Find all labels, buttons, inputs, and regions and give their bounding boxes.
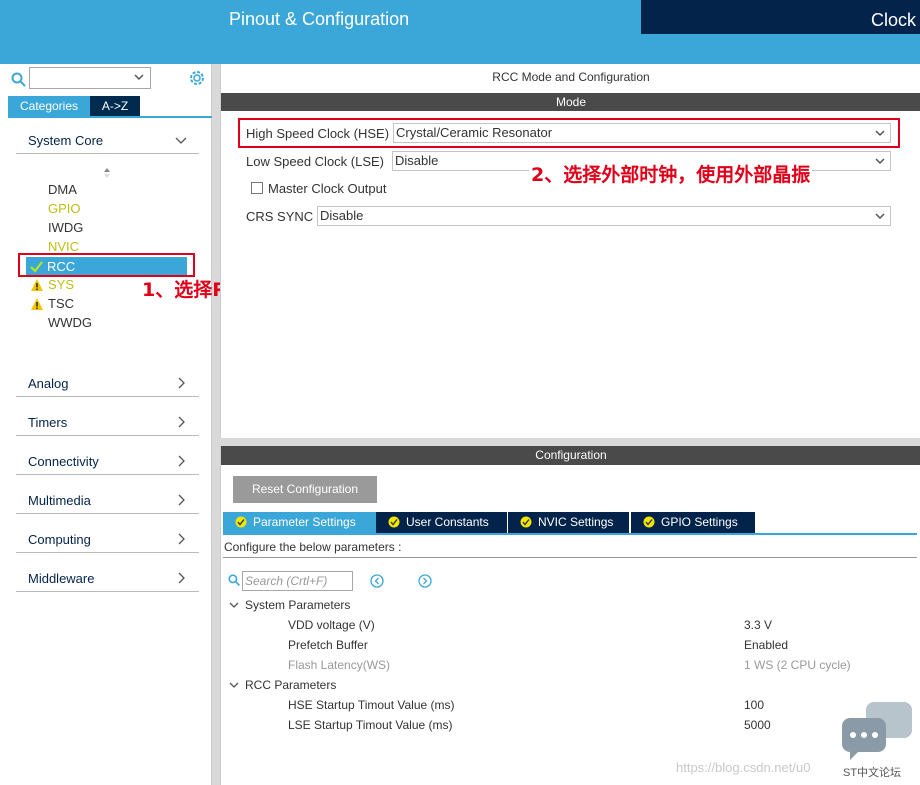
peripheral-tsc[interactable]: TSC <box>48 295 74 313</box>
configuration-panel: Configuration Reset Configuration Parame… <box>220 446 920 785</box>
check-circle-icon <box>235 516 247 528</box>
mco-label: Master Clock Output <box>268 181 387 196</box>
search-icon <box>228 574 240 586</box>
warning-icon <box>31 298 43 310</box>
chevron-down-icon[interactable] <box>229 600 239 610</box>
tab-label: Parameter Settings <box>253 515 356 529</box>
peripheral-iwdg[interactable]: IWDG <box>48 219 83 237</box>
chevron-right-icon <box>178 377 185 389</box>
group-label: Middleware <box>28 571 95 586</box>
param-prefetch-buffer: Prefetch Buffer <box>288 638 368 652</box>
peripheral-search-combo[interactable] <box>29 67 151 89</box>
system-parameters-group[interactable]: System Parameters <box>245 598 350 612</box>
group-timers[interactable]: Timers <box>16 410 199 436</box>
chevron-down-icon[interactable] <box>229 680 239 690</box>
lse-value: Disable <box>395 153 439 168</box>
param-flash-latency: Flash Latency(WS) <box>288 658 391 672</box>
peripheral-dma[interactable]: DMA <box>48 181 77 199</box>
chevron-down-icon <box>875 213 885 220</box>
param-vdd-voltage: VDD voltage (V) <box>288 618 375 632</box>
check-circle-icon <box>643 516 655 528</box>
chevron-right-icon <box>178 572 185 584</box>
master-clock-output-checkbox[interactable] <box>251 182 263 194</box>
tab-user-constants[interactable]: User Constants <box>376 512 507 533</box>
group-label: Analog <box>28 376 69 391</box>
chevron-down-icon <box>875 158 885 165</box>
divider <box>223 557 917 558</box>
tab-label: User Constants <box>406 515 489 529</box>
chevron-right-icon <box>178 416 185 428</box>
left-panel-scrollbar[interactable] <box>212 64 220 785</box>
peripheral-wwdg[interactable]: WWDG <box>48 314 92 332</box>
annotation-step2: 2、选择外部时钟，使用外部晶振 <box>529 160 813 187</box>
chevron-right-icon <box>178 455 185 467</box>
tab-clock-configuration[interactable]: Clock <box>641 0 920 34</box>
chevron-right-icon <box>178 494 185 506</box>
mode-section-bar: Mode <box>221 93 920 111</box>
group-computing[interactable]: Computing <box>16 527 199 553</box>
check-circle-icon <box>388 516 400 528</box>
param-vdd-voltage-value[interactable]: 3.3 V <box>744 618 772 632</box>
crs-sync-value: Disable <box>320 208 364 223</box>
panel-title: RCC Mode and Configuration <box>492 70 650 84</box>
forum-logo-text: ST中文论坛 <box>843 767 902 779</box>
tab-label: GPIO Settings <box>661 515 738 529</box>
warning-icon <box>31 279 43 291</box>
tab-nvic-settings[interactable]: NVIC Settings <box>508 512 629 533</box>
param-flash-latency-value: 1 WS (2 CPU cycle) <box>744 658 851 672</box>
group-label: Timers <box>28 415 68 430</box>
watermark-url: https://blog.csdn.net/u0 <box>676 760 811 775</box>
tab-underline <box>223 533 917 535</box>
gear-icon[interactable] <box>187 68 207 88</box>
chevron-right-icon <box>178 533 185 545</box>
tab-gpio-settings[interactable]: GPIO Settings <box>631 512 755 533</box>
param-hse-startup-timeout: HSE Startup Timout Value (ms) <box>288 698 455 712</box>
param-prefetch-buffer-value[interactable]: Enabled <box>744 638 788 652</box>
panel-splitter[interactable] <box>220 438 920 446</box>
param-lse-startup-timeout-value[interactable]: 5000 <box>744 718 771 732</box>
parameter-search-input[interactable]: Search (Crtl+F) <box>242 571 353 591</box>
tab-pinout-configuration[interactable]: Pinout & Configuration <box>0 0 641 36</box>
group-middleware[interactable]: Middleware <box>16 566 199 592</box>
group-system-core[interactable]: System Core <box>16 128 199 154</box>
rcc-parameters-group[interactable]: RCC Parameters <box>245 678 336 692</box>
group-connectivity[interactable]: Connectivity <box>16 449 199 475</box>
crs-sync-select[interactable]: Disable <box>317 206 891 226</box>
search-icon <box>11 72 26 87</box>
group-label: System Core <box>28 133 104 148</box>
configuration-section-bar: Configuration <box>221 446 920 465</box>
configure-description: Configure the below parameters : <box>224 540 402 554</box>
tab-label: NVIC Settings <box>538 515 614 529</box>
group-label: Computing <box>28 532 91 547</box>
rcc-highlight-box <box>18 253 195 277</box>
tab-categories[interactable]: Categories <box>8 96 90 116</box>
group-multimedia[interactable]: Multimedia <box>16 488 199 514</box>
group-label: Connectivity <box>28 454 99 469</box>
check-circle-icon <box>520 516 532 528</box>
lse-label: Low Speed Clock (LSE) <box>246 154 385 169</box>
param-lse-startup-timeout: LSE Startup Timout Value (ms) <box>288 718 453 732</box>
tab-parameter-settings[interactable]: Parameter Settings <box>223 512 376 533</box>
crs-sync-label: CRS SYNC <box>246 209 314 224</box>
chevron-down-icon <box>175 137 187 144</box>
categories-panel: Categories A->Z System Core DMA GPIO IWD… <box>0 64 212 785</box>
tab-a-to-z[interactable]: A->Z <box>90 96 140 116</box>
group-analog[interactable]: Analog <box>16 371 199 397</box>
hse-highlight-box <box>238 118 900 148</box>
sort-up-icon[interactable] <box>103 167 111 179</box>
next-icon[interactable] <box>418 574 432 588</box>
tab-underline <box>8 116 212 118</box>
peripheral-sys[interactable]: SYS <box>48 276 74 294</box>
reset-configuration-button[interactable]: Reset Configuration <box>233 476 377 503</box>
param-hse-startup-timeout-value[interactable]: 100 <box>744 698 764 712</box>
group-label: Multimedia <box>28 493 91 508</box>
chevron-down-icon <box>134 74 144 81</box>
previous-icon[interactable] <box>370 574 384 588</box>
peripheral-gpio[interactable]: GPIO <box>48 200 81 218</box>
top-header: Pinout & Configuration Clock <box>0 0 920 64</box>
